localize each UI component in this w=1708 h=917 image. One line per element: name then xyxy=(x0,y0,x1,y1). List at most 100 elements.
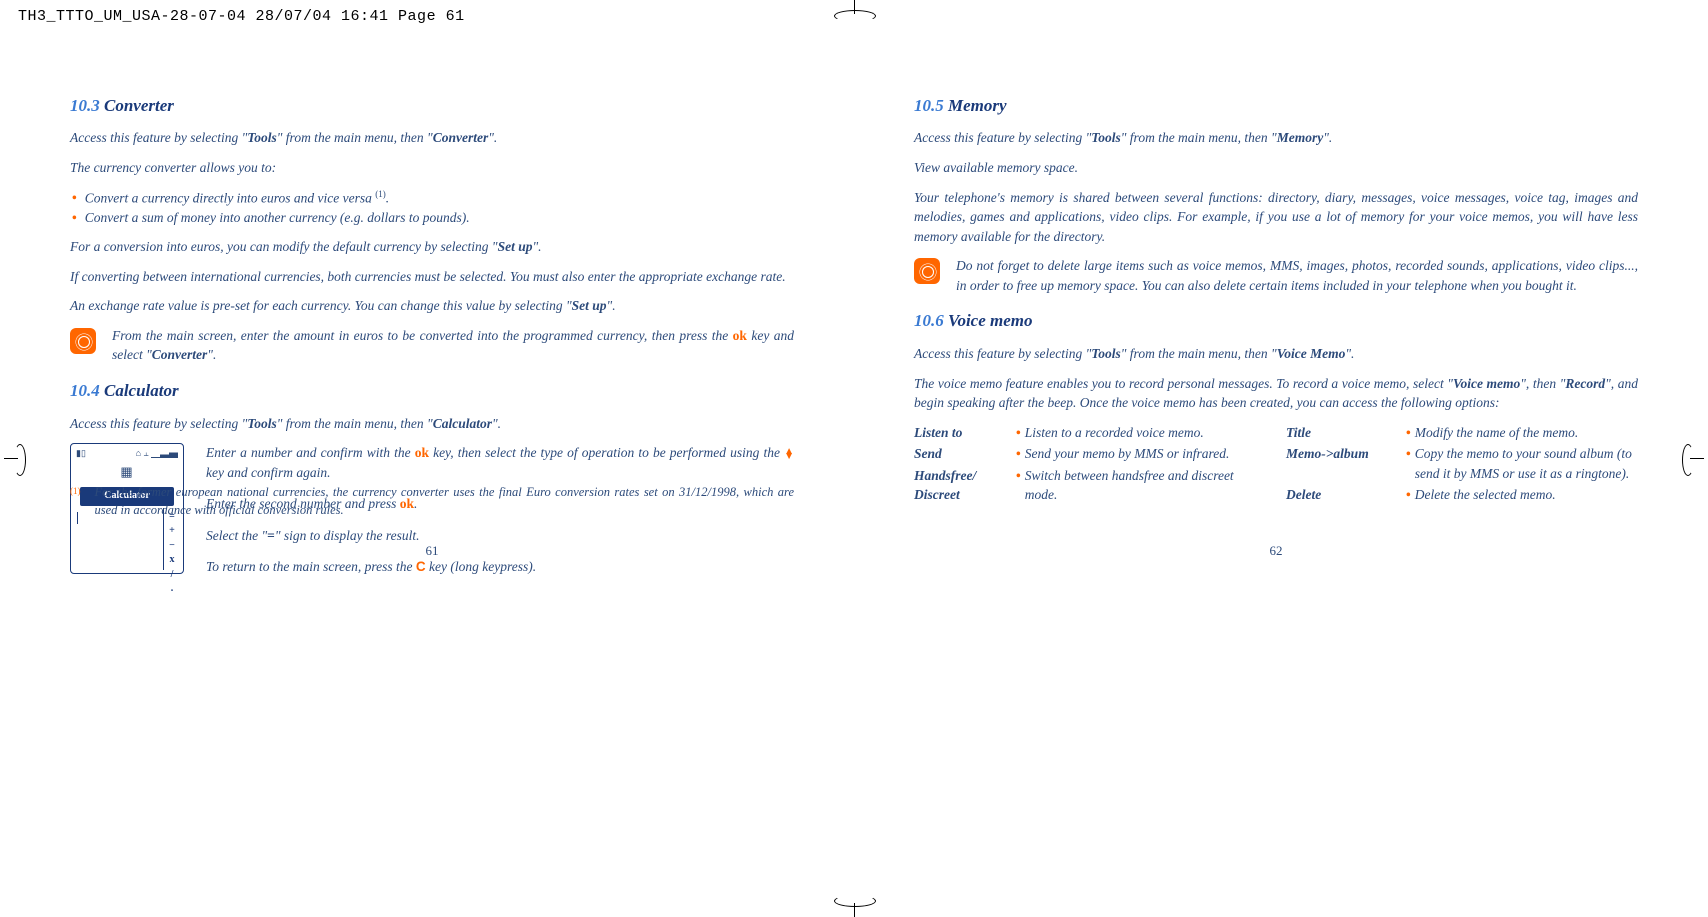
bold-text: Tools xyxy=(247,130,277,145)
text: Access this feature by selecting " xyxy=(70,416,247,431)
access-line-10-3: Access this feature by selecting "Tools "… xyxy=(70,128,794,148)
option-desc: •Copy the memo to your sound album (to s… xyxy=(1404,444,1638,483)
section-title-text: Calculator xyxy=(104,381,179,400)
equals-text: = xyxy=(267,528,275,543)
text: ". xyxy=(492,416,501,431)
text: An exchange rate value is pre-set for ea… xyxy=(70,298,572,313)
text: ". xyxy=(607,298,616,313)
lightbulb-icon xyxy=(914,258,940,284)
text: Select the " xyxy=(206,528,267,543)
text: The voice memo feature enables you to re… xyxy=(914,376,1453,391)
access-line-10-5: Access this feature by selecting "Tools"… xyxy=(914,128,1638,148)
option-desc: •Switch between handsfree and discreet m… xyxy=(1014,466,1266,505)
text: Delete the selected memo. xyxy=(1415,485,1556,505)
text: Send your memo by MMS or infrared. xyxy=(1025,444,1230,464)
divide-icon: / xyxy=(171,568,174,583)
text: key and confirm again. xyxy=(206,465,330,480)
bullet-icon: • xyxy=(1406,423,1411,443)
footnote-marker: (1) xyxy=(70,485,81,519)
paragraph: For a conversion into euros, you can mod… xyxy=(70,237,794,257)
bold-text: Memory xyxy=(1277,130,1324,145)
bold-text: Voice memo xyxy=(1453,376,1520,391)
options-column-right: Title •Modify the name of the memo. Memo… xyxy=(1286,423,1638,507)
bold-text: Converter xyxy=(433,130,489,145)
option-desc: •Delete the selected memo. xyxy=(1404,485,1638,505)
voice-memo-options: Listen to •Listen to a recorded voice me… xyxy=(914,423,1638,507)
bold-text: Tools xyxy=(1091,346,1121,361)
option-label: Handsfree/ Discreet xyxy=(914,466,1014,505)
text: Convert a currency directly into euros a… xyxy=(85,190,376,205)
crop-mark-right-icon xyxy=(1674,444,1704,474)
bold-text: Tools xyxy=(1091,130,1121,145)
text: ". xyxy=(488,130,497,145)
options-column-left: Listen to •Listen to a recorded voice me… xyxy=(914,423,1266,507)
converter-bullets: • Convert a currency directly into euros … xyxy=(70,188,794,228)
section-number: 10.6 xyxy=(914,311,944,330)
list-item: • Convert a currency directly into euros … xyxy=(70,188,794,208)
bold-text: Set up xyxy=(572,298,607,313)
dot-icon: . xyxy=(171,582,174,597)
text: ". xyxy=(1323,130,1332,145)
access-line-10-6: Access this feature by selecting "Tools"… xyxy=(914,344,1638,364)
option-label: Memo->album xyxy=(1286,444,1404,483)
bullet-icon: • xyxy=(72,208,77,228)
tip-box-10-5: Do not forget to delete large items such… xyxy=(914,256,1638,295)
text: Listen to a recorded voice memo. xyxy=(1025,423,1204,443)
crop-mark-bottom-icon xyxy=(834,889,874,917)
footnote-ref: (1) xyxy=(375,189,386,199)
option-label: Title xyxy=(1286,423,1404,443)
text: To return to the main screen, press the xyxy=(206,559,416,574)
bullet-icon: • xyxy=(72,188,77,208)
option-row: Title •Modify the name of the memo. xyxy=(1286,423,1638,443)
text: Modify the name of the memo. xyxy=(1415,423,1578,443)
paragraph: View available memory space. xyxy=(914,158,1638,178)
up-down-arrow-icon: ▲▼ xyxy=(784,449,794,459)
text: Access this feature by selecting " xyxy=(914,346,1091,361)
text: For a conversion into euros, you can mod… xyxy=(70,239,498,254)
option-desc: •Listen to a recorded voice memo. xyxy=(1014,423,1266,443)
paragraph: If converting between international curr… xyxy=(70,267,794,287)
option-label: Listen to xyxy=(914,423,1014,443)
text: From the main screen, enter the amount i… xyxy=(112,328,733,343)
crop-mark-top-icon xyxy=(834,0,874,28)
bold-text: Calculator xyxy=(433,416,492,431)
footnote-text: For the former european national currenc… xyxy=(95,483,795,519)
paragraph: Your telephone's memory is shared betwee… xyxy=(914,188,1638,247)
text: Switch between handsfree and discreet mo… xyxy=(1025,466,1266,505)
tip-text: Do not forget to delete large items such… xyxy=(956,256,1638,295)
bullet-icon: • xyxy=(1016,466,1021,505)
option-row: Memo->album •Copy the memo to your sound… xyxy=(1286,444,1638,483)
section-title-text: Voice memo xyxy=(948,311,1033,330)
text: ", then " xyxy=(1520,376,1565,391)
bold-text: Tools xyxy=(247,416,277,431)
bullet-icon: • xyxy=(1406,485,1411,505)
heading-10-3: 10.3 Converter xyxy=(70,94,794,119)
bold-text: Voice Memo xyxy=(1277,346,1346,361)
page-left: 10.3 Converter Access this feature by se… xyxy=(70,84,794,589)
text: Enter a number and confirm with the xyxy=(206,445,415,460)
text: ". xyxy=(1345,346,1354,361)
option-row: Send •Send your memo by MMS or infrared. xyxy=(914,444,1266,464)
text: Copy the memo to your sound album (to se… xyxy=(1415,444,1638,483)
bold-text: Record xyxy=(1565,376,1605,391)
text: " from the main menu, then " xyxy=(1121,346,1277,361)
option-row: Listen to •Listen to a recorded voice me… xyxy=(914,423,1266,443)
text: . xyxy=(386,190,389,205)
bold-text: Converter xyxy=(152,347,208,362)
option-row: Delete •Delete the selected memo. xyxy=(1286,485,1638,505)
bullet-icon: • xyxy=(1406,444,1411,483)
lightbulb-icon xyxy=(70,328,96,354)
heading-10-4: 10.4 Calculator xyxy=(70,379,794,404)
bullet-icon: • xyxy=(1016,423,1021,443)
ok-key-icon: ok xyxy=(415,445,429,460)
text: " sign to display the result. xyxy=(275,528,420,543)
text: " from the main menu, then " xyxy=(1121,130,1277,145)
footnote: (1) For the former european national cur… xyxy=(70,483,794,519)
section-number: 10.3 xyxy=(70,96,100,115)
section-title-text: Converter xyxy=(104,96,174,115)
text: key (long keypress). xyxy=(426,559,536,574)
intro-line: The currency converter allows you to: xyxy=(70,158,794,178)
text: Convert a sum of money into another curr… xyxy=(85,208,470,228)
text: Access this feature by selecting " xyxy=(70,130,247,145)
page-spread: 10.3 Converter Access this feature by se… xyxy=(0,34,1708,589)
